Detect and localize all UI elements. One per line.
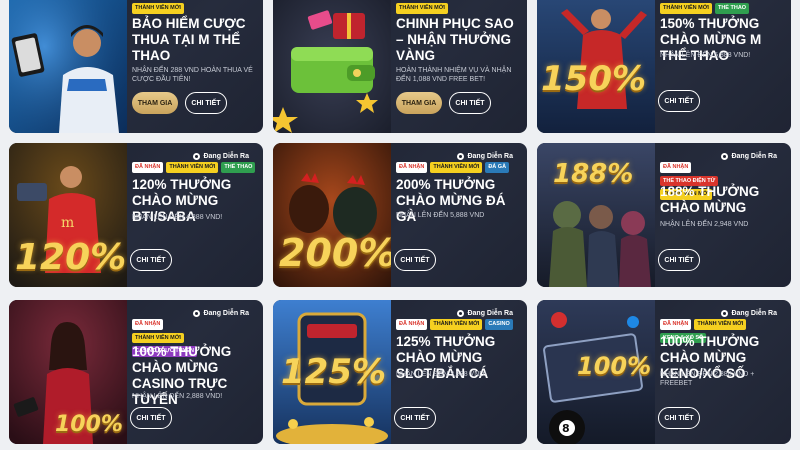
tag-new-member: THÀNH VIÊN MỚI — [396, 3, 448, 14]
percent-graphic: 120% — [15, 237, 127, 278]
tag-sports: THỂ THAO — [714, 3, 750, 14]
status-label: Đang Diễn Ra — [203, 310, 249, 317]
live-icon — [721, 153, 729, 160]
promo-image-188: 188% — [537, 143, 655, 287]
detail-button[interactable]: CHI TIẾT — [449, 92, 491, 114]
promo-subtitle: NHẬN LÊN ĐẾN 2,888 VND + FREEBET — [660, 371, 755, 388]
tag-new-member: THÀNH VIÊN MỚI — [660, 3, 712, 14]
live-icon — [457, 153, 465, 160]
tag-received: ĐÃ NHẬN — [396, 162, 428, 173]
promo-card-200-cockfight[interactable]: 200% Đang Diễn Ra ĐÃ NHẬN THÀNH VIÊN MỚI… — [273, 143, 527, 287]
promo-card-188-esports[interactable]: 188% Đang Diễn Ra ĐÃ NHẬN THỂ THAO ĐIỆN … — [537, 143, 791, 287]
tag-new-member: THÀNH VIÊN MỚI — [694, 319, 747, 330]
promo-image-soccer-player — [9, 0, 127, 133]
promo-tags: THÀNH VIÊN MỚI — [396, 3, 448, 14]
promo-subtitle: NHẬN ĐẾN 288 VND HOÀN THUA VÉ CƯỢC ĐẦU T… — [132, 67, 253, 84]
promo-card-150-sports[interactable]: 150% THÀNH VIÊN MỚI THỂ THAO 150% THƯỞNG… — [537, 0, 791, 133]
promo-card-sports-insurance[interactable]: THÀNH VIÊN MỚI BẢO HIỂM CƯỢC THUA TẠI M … — [9, 0, 263, 133]
status-label: Đang Diễn Ra — [203, 153, 249, 160]
promo-title: BẢO HIỂM CƯỢC THUA TẠI M THỂ THAO — [132, 16, 246, 63]
join-button[interactable]: THAM GIA — [132, 92, 178, 114]
tag-cockfight: ĐÁ GÀ — [485, 162, 510, 173]
live-icon — [721, 310, 729, 317]
promo-subtitle: NHẬN LÊN ĐẾN 3,888 VND! — [396, 371, 487, 378]
tag-received: ĐÃ NHẬN — [132, 162, 164, 173]
live-icon — [457, 310, 465, 317]
promo-subtitle: NHẬN LÊN ĐẾN 4,888 VND! — [132, 214, 223, 221]
detail-button[interactable]: CHI TIẾT — [658, 407, 700, 429]
percent-graphic: 100% — [55, 412, 123, 437]
tag-new-member: THÀNH VIÊN MỚI — [132, 332, 184, 344]
promo-tags: ĐÃ NHẬN THÀNH VIÊN MỚI CASINO — [396, 319, 513, 330]
promo-image-150: 150% — [537, 0, 655, 133]
promo-card-120-bti-saba[interactable]: m 120% Đang Diễn Ra ĐÃ NHẬN THÀNH VIÊN M… — [9, 143, 263, 287]
status-live: Đang Diễn Ra — [457, 310, 513, 317]
status-label: Đang Diễn Ra — [731, 153, 777, 160]
percent-graphic: 100% — [577, 352, 652, 380]
status-label: Đang Diễn Ra — [731, 310, 777, 317]
promo-card-conquer-stars[interactable]: THÀNH VIÊN MỚI CHINH PHỤC SAO – NHẬN THƯ… — [273, 0, 527, 133]
status-label: Đang Diễn Ra — [467, 153, 513, 160]
promo-image-casino-host: 100% — [9, 300, 127, 444]
detail-button[interactable]: CHI TIẾT — [658, 90, 700, 112]
percent-graphic: 150% — [541, 59, 647, 99]
promo-image-125: 125% — [273, 300, 391, 444]
detail-button[interactable]: CHI TIẾT — [394, 407, 436, 429]
promo-tags: THÀNH VIÊN MỚI THỂ THAO — [660, 3, 750, 14]
promo-image-keno: 8 100% — [537, 300, 655, 444]
svg-text:8: 8 — [562, 422, 570, 435]
tag-sports: THỂ THAO — [221, 162, 256, 173]
status-live: Đang Diễn Ra — [457, 153, 513, 160]
promo-subtitle: NHẬN LÊN ĐẾN 2,888 VND! — [132, 393, 223, 400]
status-live: Đang Diễn Ra — [721, 310, 777, 317]
promo-tags: THÀNH VIÊN MỚI — [132, 3, 184, 14]
detail-button[interactable]: CHI TIẾT — [394, 249, 436, 271]
tag-received: ĐÃ NHẬN — [396, 319, 428, 330]
status-live: Đang Diễn Ra — [721, 153, 777, 160]
promo-tags: ĐÃ NHẬN THÀNH VIÊN MỚI ĐÁ GÀ — [396, 162, 510, 173]
tag-new-member: THÀNH VIÊN MỚI — [132, 3, 184, 14]
status-live: Đang Diễn Ra — [193, 153, 249, 160]
promo-card-100-keno-lottery[interactable]: 8 100% Đang Diễn Ra ĐÃ NHẬN THÀNH VIÊN M… — [537, 300, 791, 444]
tag-received: ĐÃ NHẬN — [132, 319, 164, 330]
promo-title: CHINH PHỤC SAO – NHẬN THƯỞNG VÀNG — [396, 16, 514, 63]
promotions-grid: THÀNH VIÊN MỚI BẢO HIỂM CƯỢC THUA TẠI M … — [0, 0, 800, 450]
promo-tags: ĐÃ NHẬN THÀNH VIÊN MỚI THỂ THAO — [132, 162, 256, 173]
status-live: Đang Diễn Ra — [193, 310, 249, 317]
promo-subtitle: NHẬN LÊN ĐẾN 5,888 VND — [396, 212, 485, 219]
live-icon — [193, 310, 201, 317]
join-button[interactable]: THAM GIA — [396, 92, 442, 114]
tag-received: ĐÃ NHẬN — [660, 162, 692, 173]
status-label: Đang Diễn Ra — [467, 310, 513, 317]
tag-new-member: THÀNH VIÊN MỚI — [430, 319, 483, 330]
detail-button[interactable]: CHI TIẾT — [130, 407, 172, 429]
tag-received: ĐÃ NHẬN — [660, 319, 692, 330]
promo-subtitle: NHẬN LÊN ĐẾN 5,888 VND! — [660, 52, 751, 59]
promo-card-125-slot-fishing[interactable]: 125% Đang Diễn Ra ĐÃ NHẬN THÀNH VIÊN MỚI… — [273, 300, 527, 444]
live-icon — [193, 153, 201, 160]
promo-image-120: m 120% — [9, 143, 127, 287]
percent-graphic: 125% — [281, 352, 387, 392]
tag-new-member: THÀNH VIÊN MỚI — [166, 162, 219, 173]
promo-subtitle: HOÀN THÀNH NHIỆM VỤ VÀ NHẬN ĐẾN 1,088 VN… — [396, 67, 512, 84]
detail-button[interactable]: CHI TIẾT — [185, 92, 227, 114]
detail-button[interactable]: CHI TIẾT — [658, 249, 700, 271]
promo-image-200: 200% — [273, 143, 391, 287]
promo-image-wallet — [273, 0, 391, 133]
tag-casino: CASINO — [485, 319, 513, 330]
detail-button[interactable]: CHI TIẾT — [130, 249, 172, 271]
percent-graphic: 200% — [279, 231, 391, 275]
tag-new-member: THÀNH VIÊN MỚI — [430, 162, 483, 173]
promo-card-100-casino[interactable]: 100% Đang Diễn Ra ĐÃ NHẬN THÀNH VIÊN MỚI… — [9, 300, 263, 444]
promo-subtitle: NHẬN LÊN ĐẾN 2,948 VND — [660, 221, 749, 228]
svg-text:m: m — [61, 215, 74, 231]
percent-graphic: 188% — [553, 159, 634, 189]
promo-title: 188% THƯỞNG CHÀO MỪNG — [660, 184, 760, 215]
